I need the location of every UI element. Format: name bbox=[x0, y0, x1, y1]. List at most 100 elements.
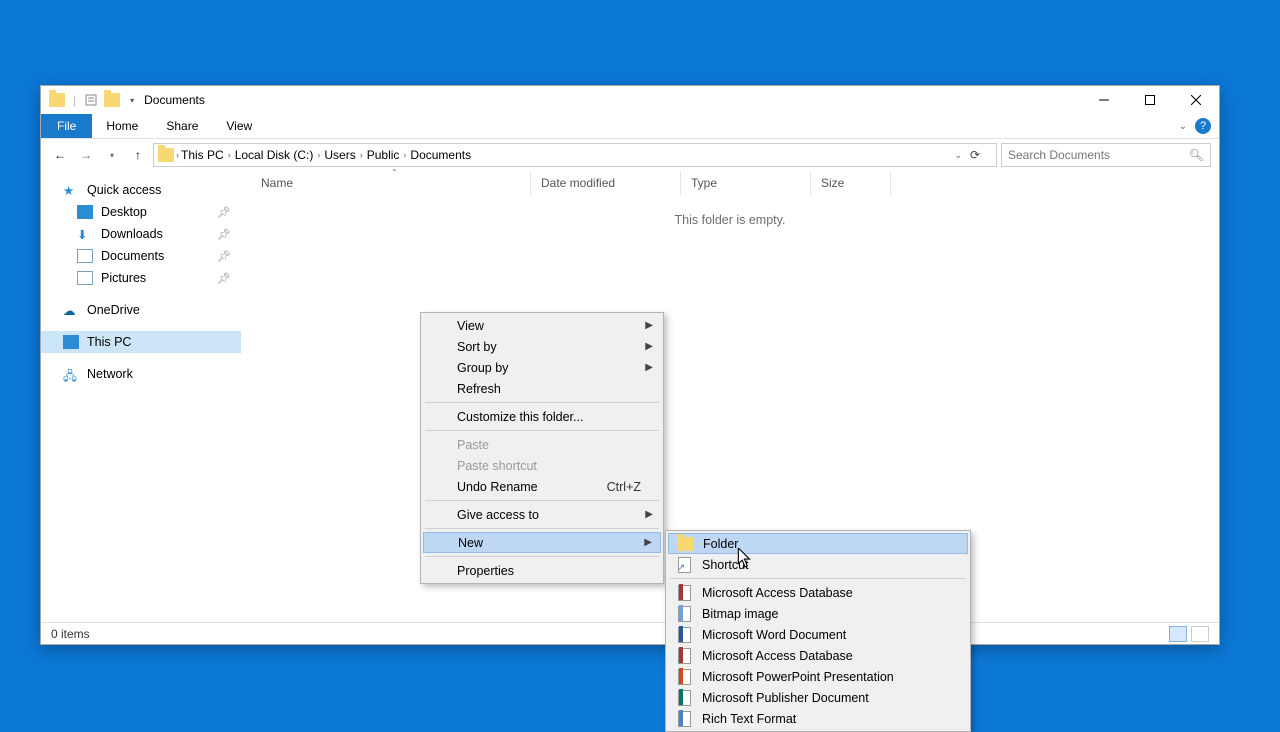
menu-refresh[interactable]: Refresh bbox=[423, 378, 661, 399]
file-type-icon bbox=[676, 627, 692, 643]
navbar: ← → ▾ ↑ › This PC › Local Disk (C:) › Us… bbox=[41, 139, 1219, 171]
sidebar-item-desktop[interactable]: Desktop 📌︎ bbox=[41, 201, 241, 223]
menu-properties[interactable]: Properties bbox=[423, 560, 661, 581]
star-icon: ★ bbox=[63, 183, 79, 197]
file-type-icon bbox=[677, 536, 693, 552]
sidebar-item-downloads[interactable]: ⬇ Downloads 📌︎ bbox=[41, 223, 241, 245]
crumb-documents[interactable]: Documents bbox=[410, 148, 471, 162]
new-microsoft-powerpoint-presentation[interactable]: Microsoft PowerPoint Presentation bbox=[668, 666, 968, 687]
context-menu: View▶ Sort by▶ Group by▶ Refresh Customi… bbox=[420, 312, 664, 584]
new-shortcut[interactable]: ↗Shortcut bbox=[668, 554, 968, 575]
new-bitmap-image[interactable]: Bitmap image bbox=[668, 603, 968, 624]
tab-view[interactable]: View bbox=[212, 114, 266, 138]
menu-new[interactable]: New▶ bbox=[423, 532, 661, 553]
crumb-public[interactable]: Public bbox=[367, 148, 400, 162]
menu-shortcut-label: Ctrl+Z bbox=[607, 480, 641, 494]
new-microsoft-access-database[interactable]: Microsoft Access Database bbox=[668, 582, 968, 603]
new-folder[interactable]: Folder bbox=[668, 533, 968, 554]
qat-separator: | bbox=[73, 93, 76, 107]
sidebar-item-documents[interactable]: Documents 📌︎ bbox=[41, 245, 241, 267]
search-input[interactable]: Search Documents 🔍︎ bbox=[1001, 143, 1211, 167]
pin-icon: 📌︎ bbox=[217, 272, 231, 285]
submenu-arrow-icon: ▶ bbox=[645, 362, 653, 373]
new-rich-text-format[interactable]: Rich Text Format bbox=[668, 708, 968, 729]
forward-button[interactable]: → bbox=[75, 144, 97, 166]
breadcrumb: This PC › Local Disk (C:) › Users › Publ… bbox=[181, 148, 471, 162]
sidebar-network[interactable]: 🖧︎ Network bbox=[41, 363, 241, 385]
qat-props-icon[interactable] bbox=[84, 93, 98, 107]
sidebar-item-pictures[interactable]: Pictures 📌︎ bbox=[41, 267, 241, 289]
submenu-arrow-icon: ▶ bbox=[644, 537, 652, 548]
downloads-icon: ⬇ bbox=[77, 227, 93, 241]
window-title: Documents bbox=[144, 93, 205, 107]
sort-arrow-icon: ⌃ bbox=[391, 168, 398, 177]
qat-dropdown-icon[interactable]: ▾ bbox=[130, 96, 134, 105]
file-type-icon bbox=[676, 585, 692, 601]
file-tab[interactable]: File bbox=[41, 114, 92, 138]
menu-sortby[interactable]: Sort by▶ bbox=[423, 336, 661, 357]
tab-share[interactable]: Share bbox=[152, 114, 212, 138]
minimize-button[interactable] bbox=[1081, 86, 1127, 114]
desktop-icon bbox=[77, 205, 93, 219]
view-large-icons-button[interactable] bbox=[1191, 626, 1209, 642]
pin-icon: 📌︎ bbox=[217, 228, 231, 241]
menu-paste-shortcut: Paste shortcut bbox=[423, 455, 661, 476]
submenu-arrow-icon: ▶ bbox=[645, 320, 653, 331]
recent-dropdown-icon[interactable]: ▾ bbox=[101, 144, 123, 166]
help-button[interactable]: ? bbox=[1195, 118, 1211, 134]
menu-separator bbox=[425, 402, 659, 403]
new-microsoft-word-document[interactable]: Microsoft Word Document bbox=[668, 624, 968, 645]
up-button[interactable]: ↑ bbox=[127, 144, 149, 166]
pictures-icon bbox=[77, 271, 93, 285]
crumb-sep[interactable]: › bbox=[176, 150, 179, 160]
ribbon-expand-icon[interactable]: ⌄ bbox=[1179, 121, 1187, 132]
maximize-button[interactable] bbox=[1127, 86, 1173, 114]
file-type-icon bbox=[676, 669, 692, 685]
sidebar: ★ Quick access Desktop 📌︎ ⬇ Downloads 📌︎… bbox=[41, 171, 241, 622]
menu-separator bbox=[425, 500, 659, 501]
pin-icon: 📌︎ bbox=[217, 206, 231, 219]
network-icon: 🖧︎ bbox=[63, 367, 79, 381]
pin-icon: 📌︎ bbox=[217, 250, 231, 263]
new-microsoft-publisher-document[interactable]: Microsoft Publisher Document bbox=[668, 687, 968, 708]
sidebar-thispc[interactable]: This PC bbox=[41, 331, 241, 353]
view-details-button[interactable] bbox=[1169, 626, 1187, 642]
empty-folder-message: This folder is empty. bbox=[241, 213, 1219, 227]
menu-separator bbox=[425, 556, 659, 557]
address-bar[interactable]: › This PC › Local Disk (C:) › Users › Pu… bbox=[153, 143, 997, 167]
new-microsoft-access-database[interactable]: Microsoft Access Database bbox=[668, 645, 968, 666]
col-size[interactable]: Size bbox=[811, 171, 891, 195]
col-name[interactable]: Name ⌃ bbox=[241, 171, 531, 195]
status-item-count: 0 items bbox=[51, 627, 90, 641]
menu-give-access[interactable]: Give access to▶ bbox=[423, 504, 661, 525]
back-button[interactable]: ← bbox=[49, 144, 71, 166]
menu-groupby[interactable]: Group by▶ bbox=[423, 357, 661, 378]
crumb-disk[interactable]: Local Disk (C:) bbox=[235, 148, 314, 162]
col-date[interactable]: Date modified bbox=[531, 171, 681, 195]
menu-separator bbox=[670, 578, 966, 579]
crumb-thispc[interactable]: This PC bbox=[181, 148, 224, 162]
sidebar-onedrive[interactable]: ☁ OneDrive bbox=[41, 299, 241, 321]
documents-icon bbox=[77, 249, 93, 263]
close-button[interactable] bbox=[1173, 86, 1219, 114]
crumb-users[interactable]: Users bbox=[324, 148, 355, 162]
menu-customize[interactable]: Customize this folder... bbox=[423, 406, 661, 427]
ribbon: File Home Share View ⌄ ? bbox=[41, 114, 1219, 139]
qat-folder-icon[interactable] bbox=[104, 93, 120, 107]
column-headers: Name ⌃ Date modified Type Size bbox=[241, 171, 1219, 195]
onedrive-icon: ☁ bbox=[63, 303, 79, 317]
tab-home[interactable]: Home bbox=[92, 114, 152, 138]
titlebar: | ▾ Documents bbox=[41, 86, 1219, 114]
sidebar-quick-access[interactable]: ★ Quick access bbox=[41, 179, 241, 201]
address-folder-icon bbox=[158, 148, 174, 162]
search-placeholder: Search Documents bbox=[1008, 148, 1110, 162]
file-type-icon bbox=[676, 606, 692, 622]
menu-undo[interactable]: Undo RenameCtrl+Z bbox=[423, 476, 661, 497]
refresh-button[interactable]: ⟳ bbox=[970, 148, 992, 162]
menu-view[interactable]: View▶ bbox=[423, 315, 661, 336]
menu-separator bbox=[425, 528, 659, 529]
col-type[interactable]: Type bbox=[681, 171, 811, 195]
submenu-arrow-icon: ▶ bbox=[645, 509, 653, 520]
address-dropdown-icon[interactable]: ⌄ bbox=[954, 150, 962, 161]
file-type-icon bbox=[676, 711, 692, 727]
